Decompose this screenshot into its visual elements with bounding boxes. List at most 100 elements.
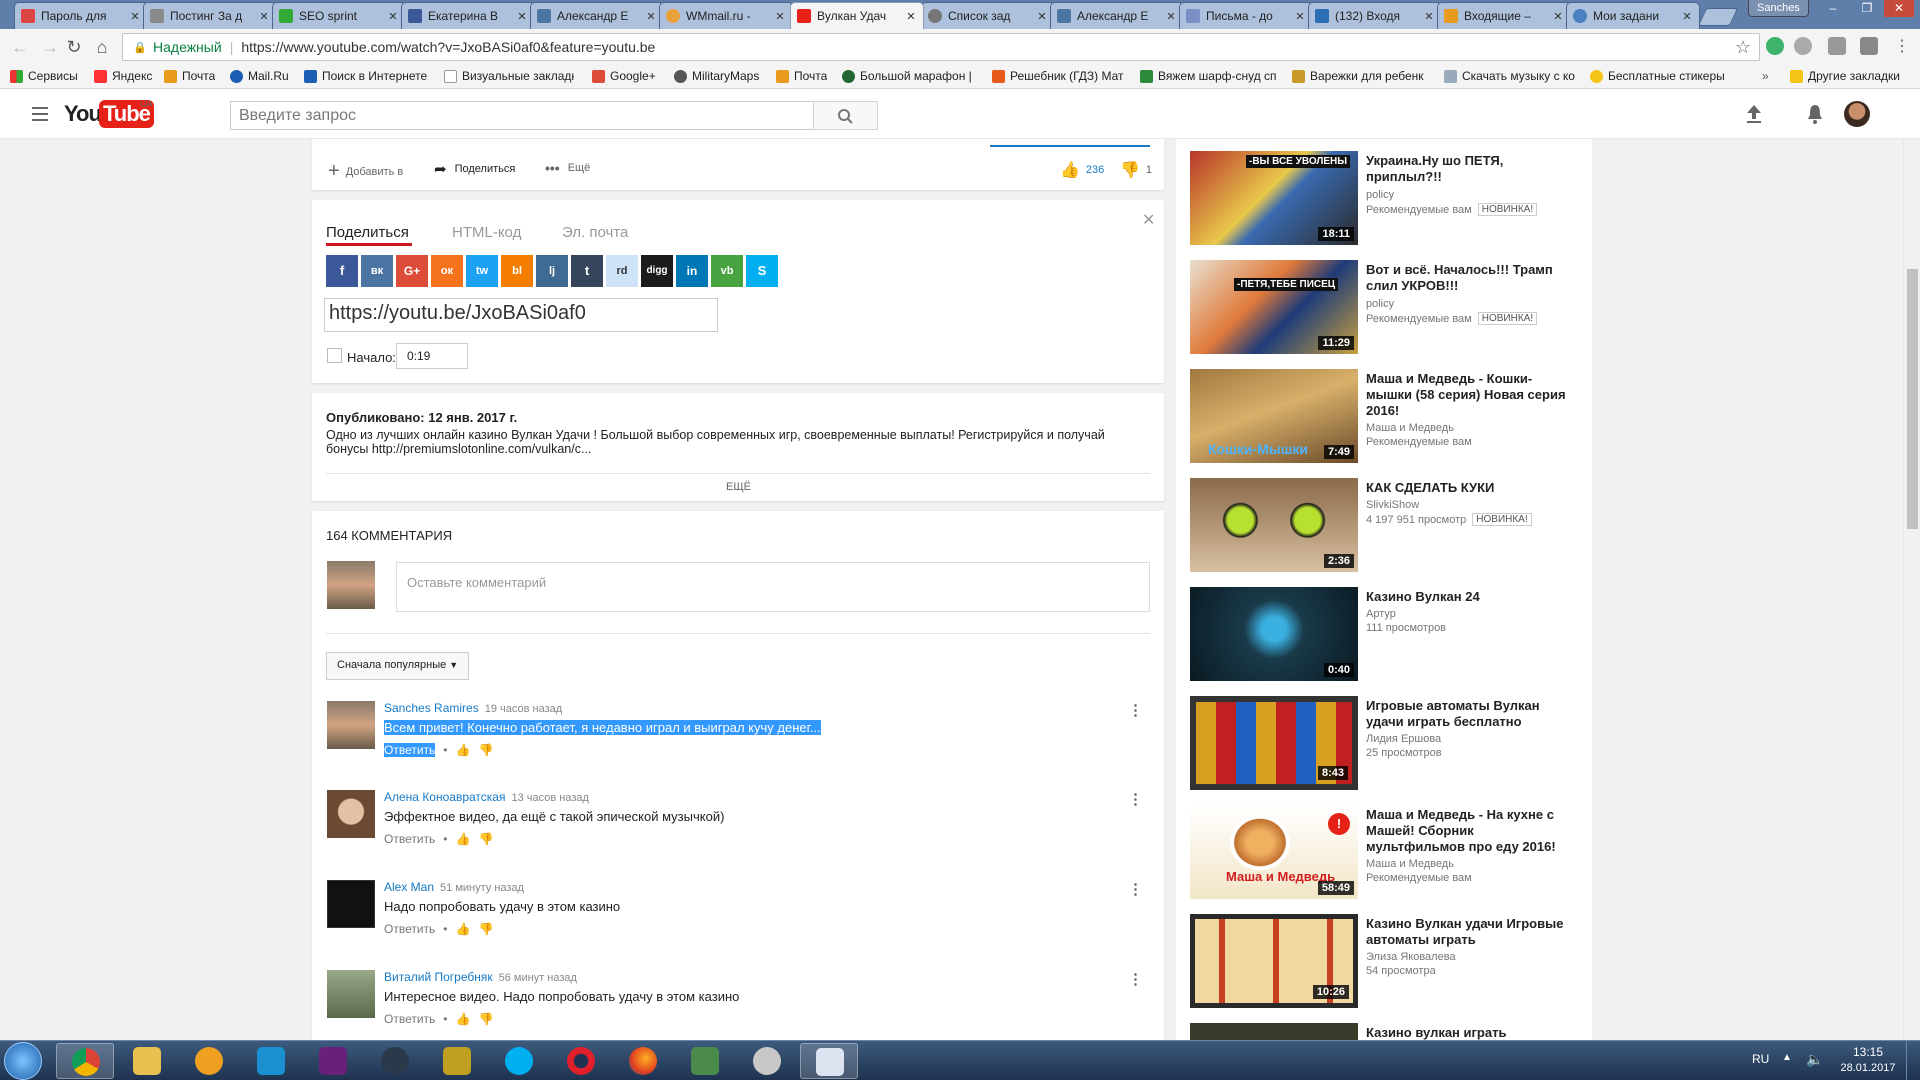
taskbar-app[interactable]	[428, 1043, 486, 1079]
video-thumbnail[interactable]: ! Маша и Медведь 58:49	[1190, 805, 1358, 899]
new-tab-button[interactable]	[1697, 8, 1739, 26]
window-close-icon[interactable]: ✕	[1884, 0, 1914, 17]
browser-tab[interactable]: Екатерина В ✕	[401, 2, 535, 29]
bookmark-item[interactable]: Яндекс	[94, 69, 152, 83]
twitter-icon[interactable]: tw	[466, 255, 498, 287]
reload-icon[interactable]: ↻	[62, 35, 86, 59]
thumbs-down-icon[interactable]: 👎	[478, 743, 493, 757]
related-video[interactable]: 8:43 Игровые автоматы Вулкан удачи играт…	[1190, 696, 1585, 791]
tray-arrow-icon[interactable]: ▲	[1782, 1052, 1792, 1063]
bookmark-item[interactable]: Бесплатные стикеры	[1590, 69, 1730, 83]
share-url-input[interactable]: https://youtu.be/JxoBASi0af0	[324, 298, 718, 332]
taskbar-visualstudio[interactable]	[304, 1043, 362, 1079]
scrollbar-thumb[interactable]	[1907, 269, 1918, 529]
comment-author[interactable]: Виталий Погребняк 56 минут назад	[384, 970, 577, 984]
browser-tab[interactable]: Мои задани ✕	[1566, 2, 1700, 29]
reply-button[interactable]: Ответить	[384, 832, 435, 846]
show-desktop-button[interactable]	[1906, 1041, 1920, 1080]
add-to-button[interactable]: + Добавить в	[328, 160, 403, 183]
taskbar-explorer[interactable]	[118, 1043, 176, 1079]
close-icon[interactable]: ✕	[1142, 210, 1155, 230]
bookmark-item[interactable]: Скачать музыку с ко	[1444, 69, 1578, 83]
reddit-icon[interactable]: rd	[606, 255, 638, 287]
related-video[interactable]: Кошки-Мышки 7:49 Маша и Медведь - Кошки-…	[1190, 369, 1585, 464]
bookmark-item[interactable]: Mail.Ru	[230, 69, 289, 83]
browser-tab-active[interactable]: Вулкан Удач ✕	[790, 2, 924, 29]
start-at-input[interactable]: 0:19	[396, 343, 468, 369]
odnoklassniki-icon[interactable]: ок	[431, 255, 463, 287]
comment-author[interactable]: Alex Man 51 минуту назад	[384, 880, 524, 894]
google-plus-icon[interactable]: G+	[396, 255, 428, 287]
digg-icon[interactable]: digg	[641, 255, 673, 287]
bookmark-item[interactable]: Почта	[164, 69, 215, 83]
video-title[interactable]: Казино Вулкан 24	[1366, 589, 1566, 605]
cast-icon[interactable]	[1860, 37, 1878, 55]
bell-icon[interactable]	[1805, 103, 1825, 125]
taskbar-firefox[interactable]	[614, 1043, 672, 1079]
close-icon[interactable]: ✕	[774, 10, 786, 23]
thumbs-up-icon[interactable]: 👍	[456, 1012, 471, 1026]
bookmark-star-icon[interactable]: ☆	[1735, 37, 1751, 58]
browser-tab[interactable]: Пароль для ✕	[14, 2, 148, 29]
bookmark-item[interactable]: Почта	[776, 69, 827, 83]
url-input[interactable]: 🔒 Надежный | https://www.youtube.com/wat…	[122, 33, 1760, 61]
bookmark-item[interactable]: Сервисы	[10, 69, 78, 83]
browser-tab[interactable]: Александр Е ✕	[1050, 2, 1184, 29]
reply-button[interactable]: Ответить	[384, 743, 436, 757]
thumbs-down-icon[interactable]: 👎	[478, 832, 493, 846]
reply-button[interactable]: Ответить	[384, 1012, 435, 1026]
video-title[interactable]: КАК СДЕЛАТЬ КУКИ	[1366, 480, 1566, 496]
close-icon[interactable]: ✕	[258, 10, 270, 23]
video-thumbnail[interactable]: 0:40	[1190, 587, 1358, 681]
start-at-checkbox[interactable]	[327, 348, 342, 363]
taskbar-opera[interactable]	[552, 1043, 610, 1079]
bookmark-item[interactable]: Google+	[592, 69, 656, 83]
related-video[interactable]: 0:40 Казино Вулкан 24 Артур 111 просмотр…	[1190, 587, 1585, 682]
share-button[interactable]: ➦ Поделиться	[434, 160, 515, 178]
related-video[interactable]: 10:26 Казино Вулкан удачи Игровые автома…	[1190, 914, 1585, 1009]
taskbar-aimp[interactable]	[180, 1043, 238, 1079]
browser-tab[interactable]: Постинг За д ✕	[143, 2, 277, 29]
comment-author[interactable]: Алена Коноавратская 13 часов назад	[384, 790, 589, 804]
bookmark-item[interactable]: Визуальные закладк	[444, 69, 574, 83]
clock-time[interactable]: 13:15	[1840, 1045, 1896, 1059]
forward-arrow-icon[interactable]: →	[38, 35, 62, 59]
video-thumbnail[interactable]: 10:26	[1190, 914, 1358, 1008]
vkontakte-alt-icon[interactable]: vb	[711, 255, 743, 287]
browser-tab[interactable]: WMmail.ru - ✕	[659, 2, 793, 29]
thumbs-down-icon[interactable]: 👎	[478, 1012, 493, 1026]
video-title[interactable]: Украина.Ну шо ПЕТЯ, приплыл?!!	[1366, 153, 1566, 185]
taskbar-app[interactable]	[676, 1043, 734, 1079]
thumbs-down-icon[interactable]: 👎	[478, 922, 493, 936]
taskbar-app[interactable]	[242, 1043, 300, 1079]
related-video[interactable]: 2:36 КАК СДЕЛАТЬ КУКИ SlivkiShow 4 197 9…	[1190, 478, 1585, 573]
taskbar-app[interactable]	[366, 1043, 424, 1079]
blogger-icon[interactable]: bl	[501, 255, 533, 287]
video-thumbnail[interactable]: -ПЕТЯ,ТЕБЕ ПИСЕЦ 11:29	[1190, 260, 1358, 354]
start-button-icon[interactable]	[4, 1042, 42, 1080]
maximize-icon[interactable]: ❐	[1852, 0, 1882, 17]
language-indicator[interactable]: RU	[1752, 1052, 1769, 1066]
taskbar-skype[interactable]	[490, 1043, 548, 1079]
close-icon[interactable]: ✕	[1165, 10, 1177, 23]
related-video[interactable]: ! Маша и Медведь 58:49 Маша и Медведь - …	[1190, 805, 1585, 900]
comment-menu-icon[interactable]: ⋮	[1128, 790, 1143, 808]
close-icon[interactable]: ✕	[1294, 10, 1306, 23]
avatar[interactable]	[1844, 101, 1870, 127]
comment-menu-icon[interactable]: ⋮	[1128, 880, 1143, 898]
close-icon[interactable]: ✕	[516, 10, 528, 23]
close-icon[interactable]: ✕	[387, 10, 399, 23]
close-icon[interactable]: ✕	[905, 10, 917, 23]
linkedin-icon[interactable]: in	[676, 255, 708, 287]
taskbar-sp[interactable]	[800, 1043, 858, 1079]
comment-menu-icon[interactable]: ⋮	[1128, 970, 1143, 988]
close-icon[interactable]: ✕	[129, 10, 141, 23]
video-thumbnail[interactable]: Кошки-Мышки 7:49	[1190, 369, 1358, 463]
dislike-button[interactable]: 👎 1	[1120, 160, 1152, 180]
comment-input[interactable]: Оставьте комментарий	[396, 562, 1150, 612]
vk-icon[interactable]: вк	[361, 255, 393, 287]
video-title[interactable]: Казино Вулкан удачи Игровые автоматы игр…	[1366, 916, 1566, 948]
skype-icon[interactable]: S	[746, 255, 778, 287]
page-scrollbar[interactable]	[1903, 139, 1920, 1040]
volume-icon[interactable]: 🔈	[1806, 1051, 1823, 1068]
